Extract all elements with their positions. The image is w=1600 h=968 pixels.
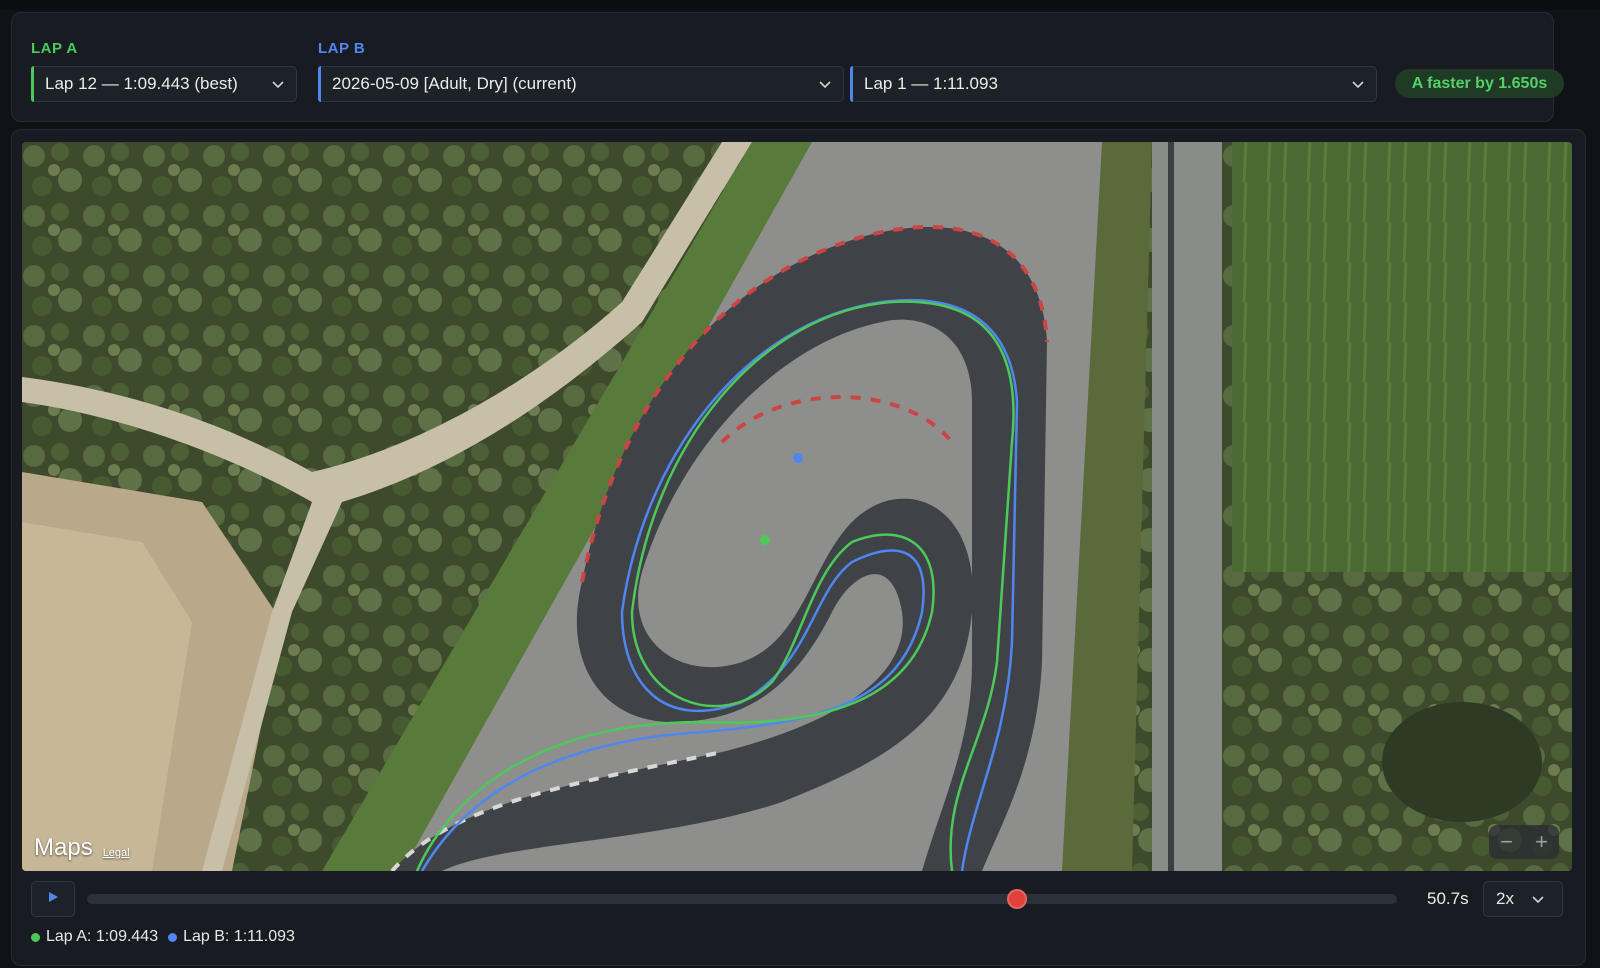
play-button[interactable] <box>31 881 75 917</box>
lap-b-label: LAP B <box>318 40 366 57</box>
legal-link[interactable]: Legal <box>103 847 130 859</box>
lap-a-dot <box>31 932 40 942</box>
legend-lap-a-text: Lap A: 1:09.443 <box>46 928 159 945</box>
speed-select[interactable]: 2x <box>1483 881 1563 917</box>
scrubber-track[interactable] <box>87 894 1397 904</box>
lap-b-dot <box>168 932 178 942</box>
zoom-control: − + <box>1489 825 1559 859</box>
lap-b-marker <box>793 453 803 463</box>
play-icon <box>47 890 59 908</box>
maps-logo: Maps <box>34 834 93 861</box>
playback-controls: 50.7s 2x <box>31 881 1563 917</box>
chevron-down-icon <box>1350 76 1366 92</box>
playback-time: 50.7s <box>1427 889 1469 908</box>
session-accent <box>318 66 321 102</box>
lap-a-label: LAP A <box>31 40 78 57</box>
lap-legend: Lap A: 1:09.443 Lap B: 1:11.093 <box>31 928 295 946</box>
satellite-map <box>22 142 1572 871</box>
legend-lap-b: Lap B: 1:11.093 <box>168 928 295 946</box>
legend-lap-b-text: Lap B: 1:11.093 <box>183 928 295 945</box>
session-select-value: 2026-05-09 [Adult, Dry] (current) <box>332 74 577 93</box>
lap-b-accent <box>850 66 853 102</box>
chevron-down-icon <box>270 76 286 92</box>
lap-a-marker <box>760 535 770 545</box>
lap-a-select[interactable]: Lap 12 — 1:09.443 (best) <box>31 66 297 102</box>
lap-b-select[interactable]: Lap 1 — 1:11.093 <box>850 66 1377 102</box>
top-strip <box>0 0 1600 10</box>
zoom-out-button[interactable]: − <box>1489 825 1524 859</box>
session-select[interactable]: 2026-05-09 [Adult, Dry] (current) <box>318 66 844 102</box>
zoom-in-button[interactable]: + <box>1524 825 1559 859</box>
chevron-down-icon <box>1524 891 1552 907</box>
speed-value: 2x <box>1496 889 1514 908</box>
scrubber-thumb[interactable] <box>1007 889 1028 909</box>
delta-badge: A faster by 1.650s <box>1395 69 1564 98</box>
legend-lap-a: Lap A: 1:09.443 <box>31 928 158 946</box>
maps-attribution: Maps Legal <box>34 834 130 862</box>
lap-a-accent <box>31 66 34 102</box>
lap-a-select-value: Lap 12 — 1:09.443 (best) <box>45 74 238 93</box>
track-map[interactable] <box>22 142 1572 871</box>
chevron-down-icon <box>817 76 833 92</box>
lap-b-select-value: Lap 1 — 1:11.093 <box>864 74 998 93</box>
